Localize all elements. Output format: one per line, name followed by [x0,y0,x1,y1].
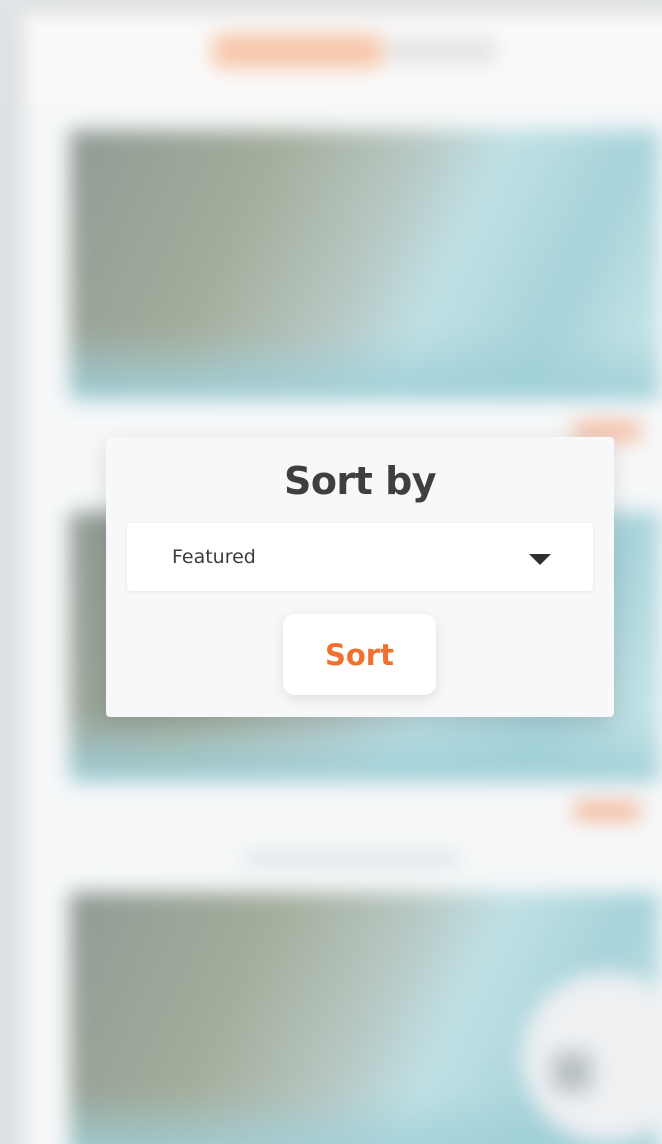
sort-button[interactable]: Sort [283,614,436,695]
blurred-logo [212,34,382,68]
blurred-listing-text [242,852,462,866]
sort-by-selected-value: Featured [172,546,256,568]
blurred-price-tag [572,802,642,820]
blurred-header [22,12,662,106]
sort-by-select[interactable]: Featured [127,523,593,591]
caret-down-icon [529,554,551,565]
modal-title: Sort by [283,459,437,503]
blurred-listing-image [70,130,660,400]
screen: Sort by Featured Sort [0,0,662,1144]
sort-modal: Sort by Featured Sort [106,437,614,717]
blurred-logo-text [387,38,497,64]
